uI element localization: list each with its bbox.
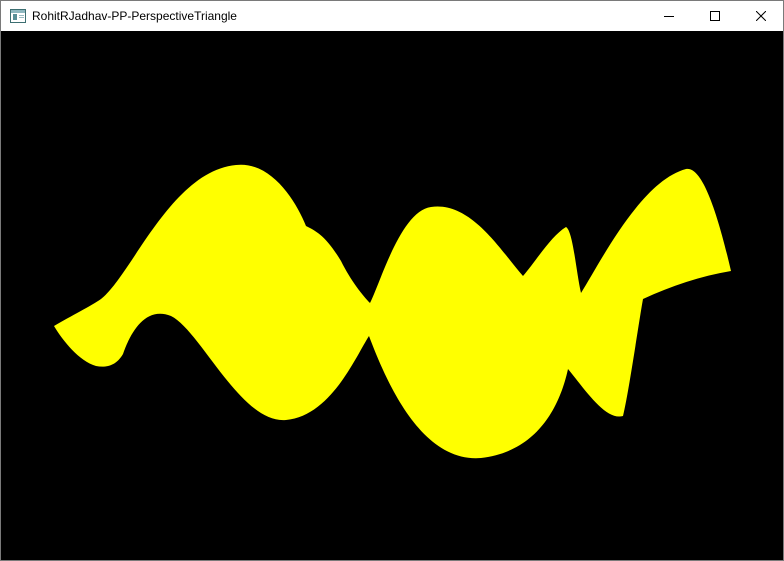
opengl-canvas[interactable]: [1, 31, 783, 560]
window-title: RohitRJadhav-PP-PerspectiveTriangle: [32, 9, 237, 23]
app-window-icon[interactable]: [10, 9, 26, 23]
application-window: RohitRJadhav-PP-PerspectiveTriangle: [0, 0, 784, 561]
close-icon: [756, 11, 766, 21]
close-button[interactable]: [738, 1, 784, 31]
minimize-button[interactable]: [646, 1, 692, 31]
maximize-icon: [710, 11, 720, 21]
title-bar[interactable]: RohitRJadhav-PP-PerspectiveTriangle: [1, 1, 783, 31]
minimize-icon: [664, 16, 674, 17]
maximize-button[interactable]: [692, 1, 738, 31]
